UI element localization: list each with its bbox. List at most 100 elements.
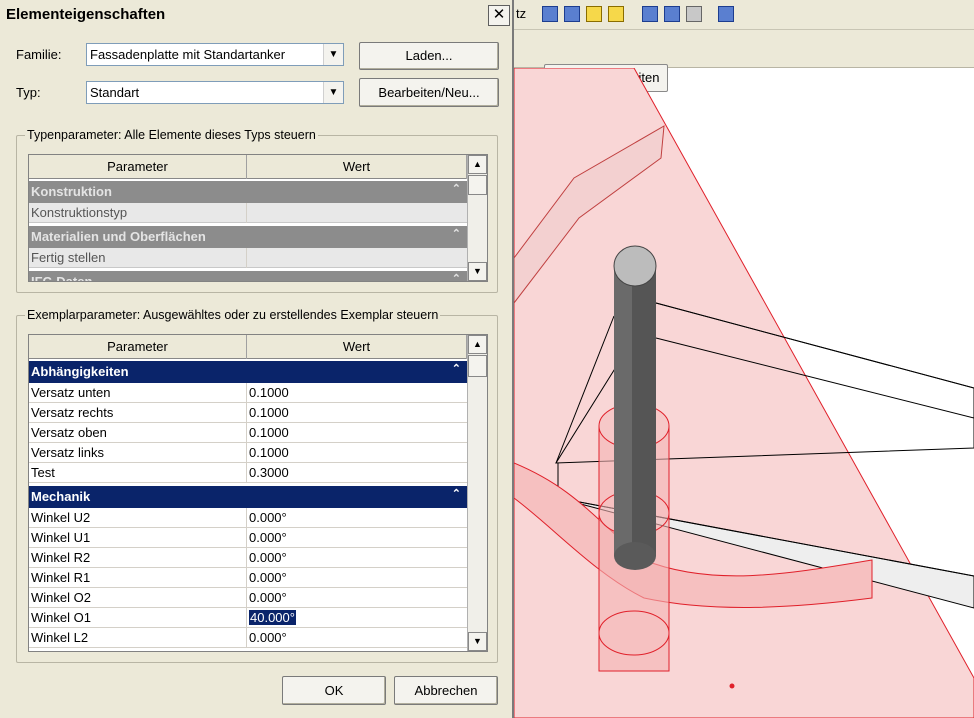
param-name: Winkel R1 <box>31 570 91 585</box>
param-value-editing[interactable]: 40.000° <box>249 610 296 625</box>
type-parameters-grid: Parameter Wert Konstruktion ⌃ Konstrukti… <box>28 154 488 282</box>
param-name: Winkel L2 <box>31 630 89 645</box>
param-value[interactable]: 0.000° <box>249 590 287 605</box>
param-name: Winkel O2 <box>31 590 91 605</box>
table-row[interactable]: Winkel R2 0.000° <box>29 548 467 568</box>
options-bar: Familie bearbeiten <box>514 30 974 92</box>
category-row-mechanics[interactable]: Mechanik ⌃ <box>29 486 467 508</box>
type-select[interactable]: Standart ▼ <box>86 81 344 104</box>
collapse-icon[interactable]: ⌃ <box>452 227 461 240</box>
scroll-down-icon[interactable]: ▼ <box>468 632 487 651</box>
dialog-title-bar[interactable]: Elementeigenschaften ✕ <box>0 0 512 30</box>
reference-point[interactable] <box>729 683 735 689</box>
model-view[interactable] <box>514 68 974 718</box>
table-row[interactable]: Versatz unten 0.1000 <box>29 383 467 403</box>
param-value[interactable]: 0.000° <box>249 630 287 645</box>
collapse-icon[interactable]: ⌃ <box>452 182 461 195</box>
ok-button[interactable]: OK <box>282 676 386 705</box>
category-name: Konstruktion <box>31 184 112 199</box>
collapse-icon[interactable]: ⌃ <box>452 362 461 375</box>
cancel-button[interactable]: Abbrechen <box>394 676 498 705</box>
param-name: Fertig stellen <box>31 250 106 265</box>
pin-icon[interactable] <box>686 6 702 22</box>
copy-icon[interactable] <box>542 6 558 22</box>
scroll-thumb[interactable] <box>468 355 487 377</box>
param-value[interactable]: 0.1000 <box>249 425 289 440</box>
param-name: Versatz rechts <box>31 405 114 420</box>
scroll-thumb[interactable] <box>468 175 487 195</box>
properties-icon[interactable] <box>718 6 734 22</box>
param-value[interactable]: 0.000° <box>249 550 287 565</box>
scroll-up-icon[interactable]: ▲ <box>468 335 487 354</box>
category-name: Materialien und Oberflächen <box>31 229 206 244</box>
column-header-value[interactable]: Wert <box>247 335 467 359</box>
column-header-parameter[interactable]: Parameter <box>29 335 247 359</box>
anchor-rod-shade <box>614 266 632 556</box>
grid-header: Parameter Wert <box>29 335 467 359</box>
param-value[interactable]: 0.000° <box>249 510 287 525</box>
move-icon[interactable] <box>642 6 658 22</box>
collapse-icon[interactable]: ⌃ <box>452 487 461 500</box>
close-button[interactable]: ✕ <box>488 5 510 26</box>
family-select[interactable]: Fassadenplatte mit Standartanker ▼ <box>86 43 344 66</box>
param-name: Versatz unten <box>31 385 111 400</box>
collapse-icon[interactable]: ⌃ <box>452 272 461 281</box>
param-value[interactable]: 0.1000 <box>249 405 289 420</box>
param-value[interactable]: 0.1000 <box>249 445 289 460</box>
param-name: Konstruktionstyp <box>31 205 128 220</box>
toolbar-cut-label: tz <box>516 6 527 21</box>
type-parameters-title: Typenparameter: Alle Elemente dieses Typ… <box>25 128 318 142</box>
app-toolbar: tz <box>514 0 974 30</box>
type-grid-scrollbar[interactable]: ▲ ▼ <box>467 155 487 281</box>
column-header-value[interactable]: Wert <box>247 155 467 179</box>
instance-grid-scrollbar[interactable]: ▲ ▼ <box>467 335 487 651</box>
table-row[interactable]: Test 0.3000 <box>29 463 467 483</box>
table-row[interactable]: Versatz links 0.1000 <box>29 443 467 463</box>
scroll-down-icon[interactable]: ▼ <box>468 262 487 281</box>
instance-parameters-grid: Parameter Wert Abhängigkeiten ⌃ Versatz … <box>28 334 488 652</box>
param-value[interactable]: 0.3000 <box>249 465 289 480</box>
table-row[interactable]: Winkel U1 0.000° <box>29 528 467 548</box>
table-row[interactable]: Winkel O2 0.000° <box>29 588 467 608</box>
param-name: Winkel R2 <box>31 550 91 565</box>
anchor-rod-bottom <box>614 542 656 570</box>
category-row[interactable]: IFC-Daten ⌃ <box>29 271 467 281</box>
table-row[interactable]: Versatz rechts 0.1000 <box>29 403 467 423</box>
align-icon[interactable] <box>664 6 680 22</box>
category-row-constraints[interactable]: Abhängigkeiten ⌃ <box>29 361 467 383</box>
param-name: Winkel U2 <box>31 510 91 525</box>
category-name: Mechanik <box>31 489 91 504</box>
param-name: Winkel U1 <box>31 530 91 545</box>
column-header-parameter[interactable]: Parameter <box>29 155 247 179</box>
scroll-up-icon[interactable]: ▲ <box>468 155 487 174</box>
category-row[interactable]: Konstruktion ⌃ <box>29 181 467 203</box>
param-name: Versatz oben <box>31 425 107 440</box>
chevron-down-icon[interactable]: ▼ <box>323 82 343 103</box>
instance-parameters-group: Exemplarparameter: Ausgewähltes oder zu … <box>16 308 498 663</box>
param-value[interactable]: 0.000° <box>249 570 287 585</box>
table-row[interactable]: Versatz oben 0.1000 <box>29 423 467 443</box>
type-label: Typ: <box>16 85 41 100</box>
paste-icon[interactable] <box>564 6 580 22</box>
param-name: Versatz links <box>31 445 104 460</box>
load-button[interactable]: Laden... <box>359 42 499 70</box>
edit-new-button[interactable]: Bearbeiten/Neu... <box>359 78 499 107</box>
chevron-down-icon[interactable]: ▼ <box>323 44 343 65</box>
param-value[interactable]: 0.1000 <box>249 385 289 400</box>
category-row[interactable]: Materialien und Oberflächen ⌃ <box>29 226 467 248</box>
instance-parameters-title: Exemplarparameter: Ausgewähltes oder zu … <box>25 308 441 322</box>
element-properties-dialog: Elementeigenschaften ✕ Familie: Fassaden… <box>0 0 514 718</box>
category-name: Abhängigkeiten <box>31 364 129 379</box>
param-value[interactable]: 0.000° <box>249 530 287 545</box>
table-row[interactable]: Winkel O1 40.000° <box>29 608 467 628</box>
table-row[interactable]: Konstruktionstyp <box>29 203 467 223</box>
table-row[interactable]: Winkel L2 0.000° <box>29 628 467 648</box>
3d-viewport[interactable]: tz Familie bearbeiten <box>514 0 974 718</box>
type-select-value: Standart <box>90 85 140 100</box>
facade-panel <box>514 68 974 718</box>
table-row[interactable]: Winkel R1 0.000° <box>29 568 467 588</box>
table-row[interactable]: Fertig stellen <box>29 248 467 268</box>
group-icon[interactable] <box>586 6 602 22</box>
ungroup-icon[interactable] <box>608 6 624 22</box>
table-row[interactable]: Winkel U2 0.000° <box>29 508 467 528</box>
